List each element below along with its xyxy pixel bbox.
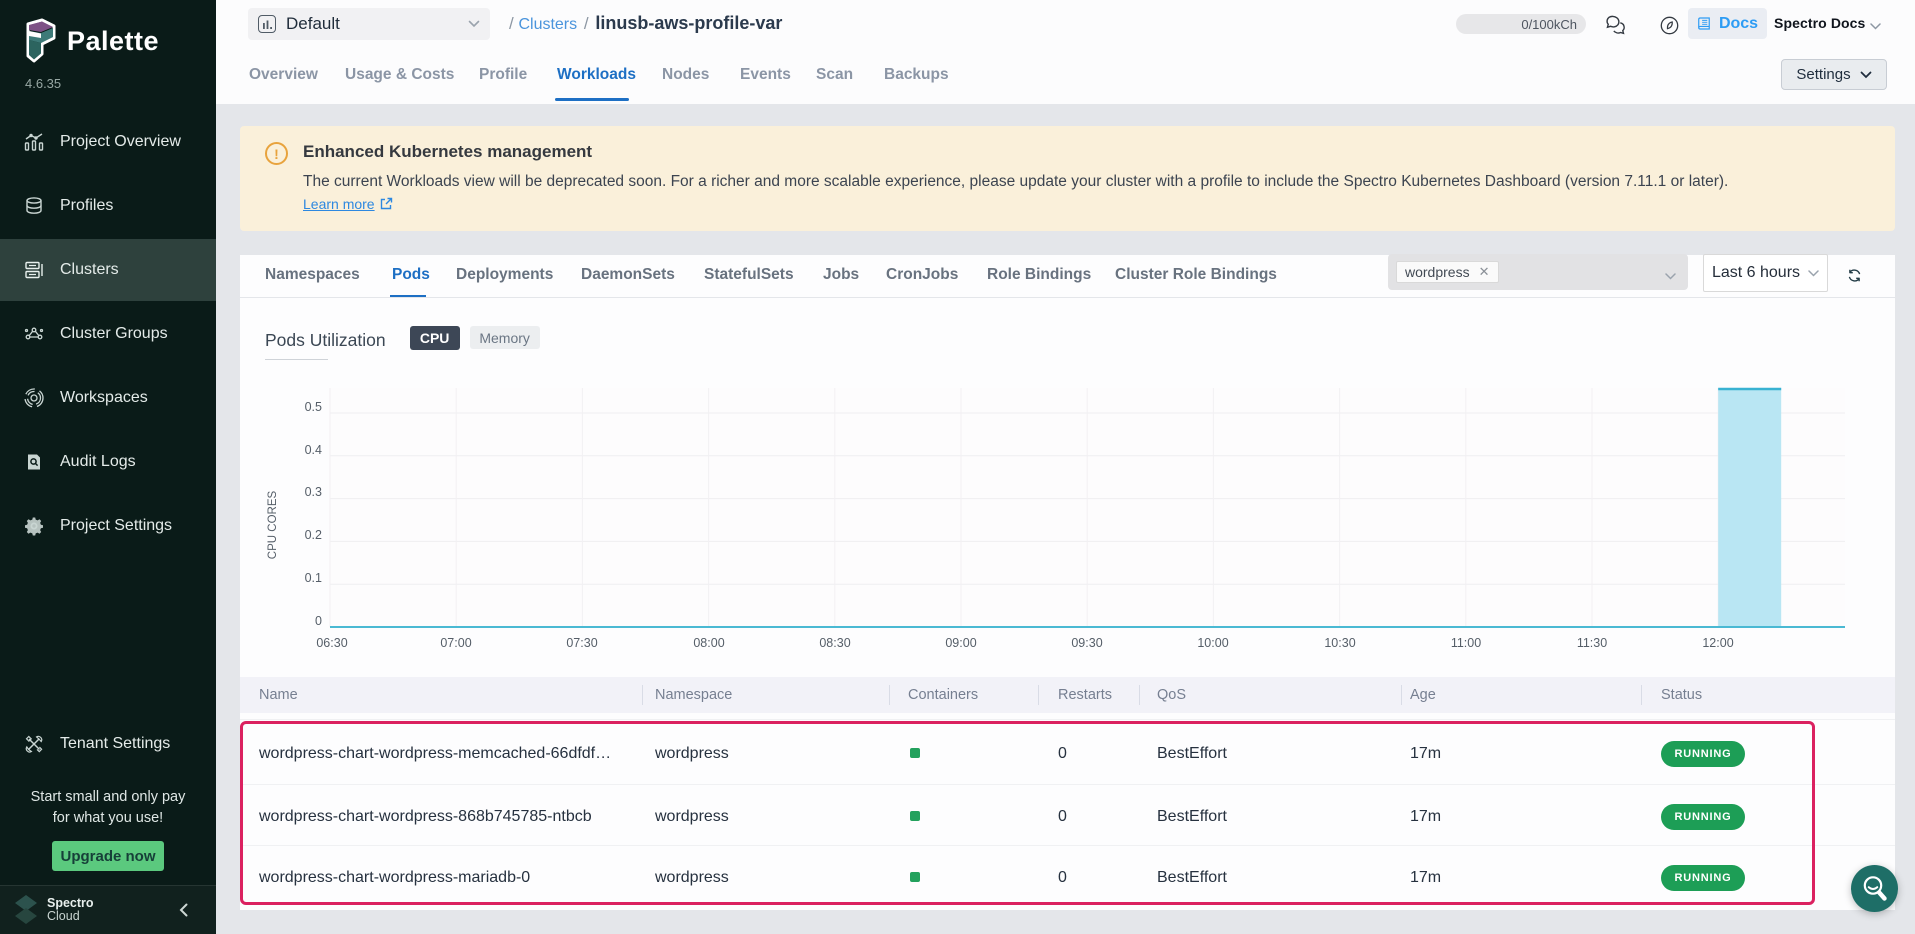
svg-text:10:00: 10:00 <box>1197 636 1228 650</box>
svg-text:08:00: 08:00 <box>693 636 724 650</box>
svg-text:11:30: 11:30 <box>1577 636 1607 650</box>
svg-text:06:30: 06:30 <box>316 636 347 650</box>
svg-text:0.3: 0.3 <box>305 485 322 499</box>
svg-text:0: 0 <box>315 614 322 628</box>
svg-text:08:30: 08:30 <box>819 636 850 650</box>
svg-text:09:30: 09:30 <box>1071 636 1102 650</box>
svg-text:0.2: 0.2 <box>305 528 322 542</box>
svg-text:10:30: 10:30 <box>1324 636 1355 650</box>
svg-text:0.1: 0.1 <box>305 571 322 585</box>
svg-text:CPU CORES: CPU CORES <box>267 490 279 559</box>
svg-text:07:30: 07:30 <box>566 636 597 650</box>
svg-text:09:00: 09:00 <box>945 636 976 650</box>
svg-text:07:00: 07:00 <box>440 636 471 650</box>
svg-text:0.4: 0.4 <box>305 443 322 457</box>
svg-text:11:00: 11:00 <box>1451 636 1481 650</box>
svg-text:0.5: 0.5 <box>305 400 322 414</box>
svg-text:12:00: 12:00 <box>1702 636 1733 650</box>
